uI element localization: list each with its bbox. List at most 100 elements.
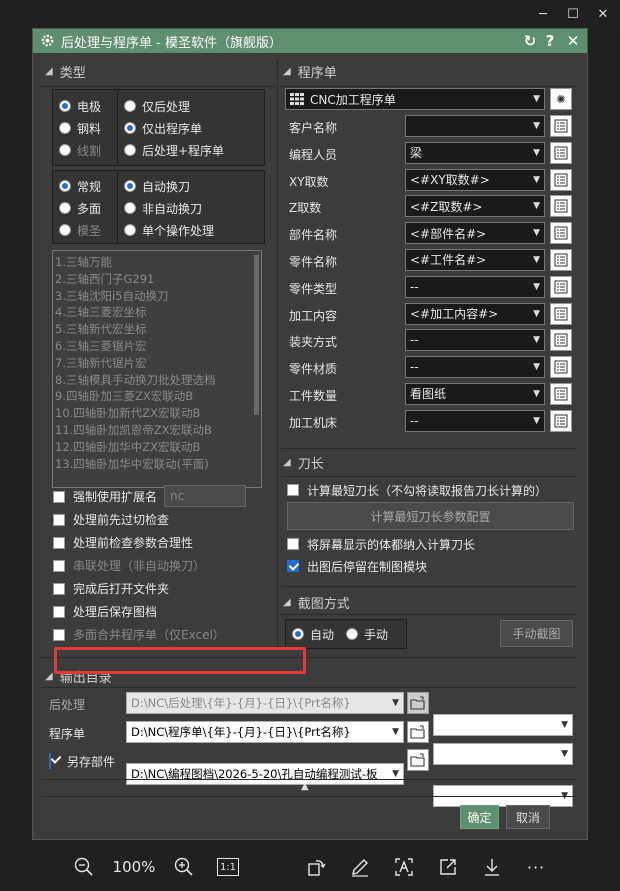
radio-group1-left-0[interactable]: 电极 [53,95,119,117]
radio-dot[interactable] [124,224,136,236]
zoom-in-icon[interactable] [172,854,196,880]
template-select[interactable]: CNC加工程序单 ▼ [285,88,545,110]
capture-section-header[interactable]: ◢ 截图方式 [283,593,350,612]
manual-capture-button[interactable]: 手动截图 [500,620,573,647]
radio-group2-left-2[interactable]: 模圣 [53,219,119,241]
rotate-icon[interactable] [305,854,329,880]
actual-size-icon[interactable]: 1:1 [216,854,240,880]
field-select[interactable]: -- ▼ [405,329,545,352]
help-icon[interactable]: ? [541,29,559,53]
list-edit-button[interactable] [550,356,572,379]
ok-button[interactable]: 确定 [460,805,499,829]
field-select[interactable]: <#工件名#> ▼ [405,248,545,271]
option-checkbox-6[interactable]: 多面合并程序单（仅Excel） [53,623,273,646]
list-edit-button[interactable] [550,409,572,432]
checkbox-box[interactable] [49,753,51,769]
close-window-button[interactable]: ✕ [583,0,620,28]
capture-manual-radio[interactable]: 手动 [334,623,388,645]
field-select[interactable]: <#Z取数#> ▼ [405,195,545,218]
field-select[interactable]: 梁 ▼ [405,141,545,164]
list-item[interactable]: 8.三轴模具手动换刀批处理选档 [53,372,261,389]
more-icon[interactable]: ··· [522,854,550,880]
field-select[interactable]: -- ▼ [405,409,545,432]
checkbox-box[interactable] [53,513,65,526]
checkbox-box[interactable] [287,560,299,572]
edit-pen-icon[interactable] [348,854,372,880]
list-edit-button[interactable] [550,195,572,218]
radio-group1-right-1[interactable]: 仅出程序单 [118,117,264,139]
download-icon[interactable] [480,854,504,880]
radio-group1-right-0[interactable]: 仅后处理 [118,95,264,117]
capture-auto-radio[interactable]: 自动 [286,623,334,645]
radio-dot[interactable] [124,144,136,156]
refresh-icon[interactable]: ↻ [521,29,539,53]
checkbox-box[interactable] [287,538,299,550]
collapse-arrow-icon[interactable]: ▲ [301,781,309,792]
checkbox-box[interactable] [53,605,65,618]
radio-group2-right-0[interactable]: 自动换刀 [118,175,264,197]
radio-dot[interactable] [59,180,71,192]
list-item[interactable]: 13.四轴卧加华中宏联动(平面) [53,456,261,473]
list-edit-button[interactable] [550,222,572,245]
listbox-scrollbar[interactable] [254,255,259,415]
radio-dot[interactable] [124,180,136,192]
list-item[interactable]: 6.三轴三菱锯片宏 [53,338,261,355]
radio-dot[interactable] [59,100,71,112]
list-edit-button[interactable] [550,141,572,164]
zoom-out-icon[interactable] [72,854,96,880]
field-select[interactable]: <#加工内容#> ▼ [405,302,545,325]
checkbox-box[interactable] [53,628,65,641]
radio-dot[interactable] [59,202,71,214]
list-item[interactable]: 1.三轴万能 [53,254,261,271]
option-checkbox-5[interactable]: 处理后保存图档 [53,600,273,623]
text-recognize-icon[interactable] [392,854,416,880]
list-item[interactable]: 7.三轴新代锯片宏 [53,355,261,372]
output-path-select[interactable]: D:\NC\后处理\{年}-{月}-{日}\{Prt名称} ▼ [126,692,404,714]
dialog-close-icon[interactable]: ✕ [563,29,583,53]
radio-group2-left-1[interactable]: 多面 [53,197,119,219]
radio-dot[interactable] [124,100,136,112]
list-item[interactable]: 10.四轴卧加新代ZX宏联动B [53,405,261,422]
option-checkbox-1[interactable]: 处理前先过切检查 [53,508,273,531]
output-path-select[interactable]: D:\NC\程序单\{年}-{月}-{日}\{Prt名称} ▼ [126,720,404,743]
list-edit-button[interactable] [550,382,572,405]
list-item[interactable]: 5.三轴新代宏坐标 [53,321,261,338]
field-select[interactable]: -- ▼ [405,356,545,379]
tool-config-button[interactable]: 计算最短刀长参数配置 [287,502,574,530]
machine-listbox[interactable]: 1.三轴万能 2.三轴西门子G291 3.三轴沈阳i5自动换刀 4.三轴三菱宏坐标 5.… [52,250,262,488]
program-section-header[interactable]: ◢ 程序单 [283,62,337,81]
list-edit-button[interactable] [550,248,572,271]
radio-dot[interactable] [124,122,136,134]
option-checkbox-3[interactable]: 串联处理（非自动换刀） [53,554,273,577]
list-item[interactable]: 12.四轴卧加华中ZX宏联动B [53,439,261,456]
folder-open-button[interactable] [407,720,429,743]
radio-dot[interactable] [346,628,359,640]
tool-section-header[interactable]: ◢ 刀长 [283,453,324,472]
radio-dot[interactable] [59,122,71,134]
list-edit-button[interactable] [550,302,572,325]
field-select[interactable]: <#XY取数#> ▼ [405,168,545,191]
radio-group1-left-2[interactable]: 线割 [53,139,119,161]
stay-in-drawing-checkbox[interactable]: 出图后停留在制图模块 [287,555,427,577]
list-edit-button[interactable] [550,275,572,298]
field-select[interactable]: 看图纸 ▼ [405,382,545,405]
field-select[interactable]: -- ▼ [405,275,545,298]
list-item[interactable]: 2.三轴西门子G291 [53,271,261,288]
calc-shortest-tool-checkbox[interactable]: 计算最短刀长（不勾将读取报告刀长计算的） [287,479,547,501]
list-edit-button[interactable] [550,168,572,191]
radio-group2-left-0[interactable]: 常规 [53,175,119,197]
option-checkbox-4[interactable]: 完成后打开文件夹 [53,577,273,600]
list-item[interactable]: 11.四轴卧加凯恩帝ZX宏联动B [53,422,261,439]
type-section-header[interactable]: ◢ 类型 [45,62,86,81]
radio-group1-left-1[interactable]: 钢料 [53,117,119,139]
output-path-select[interactable]: D:\NC\编程图档\2026-5-20\孔自动编程测试-板 ▼ [126,763,404,785]
list-edit-button[interactable] [550,115,572,137]
list-item[interactable]: 3.三轴沈阳i5自动换刀 [53,288,261,305]
checkbox-box[interactable] [53,559,65,572]
checkbox-box[interactable] [287,484,299,496]
radio-dot[interactable] [59,224,71,236]
radio-group2-right-2[interactable]: 单个操作处理 [118,219,264,241]
list-edit-button[interactable] [550,329,572,352]
list-item[interactable]: 4.三轴三菱宏坐标 [53,304,261,321]
radio-dot[interactable] [292,628,304,640]
